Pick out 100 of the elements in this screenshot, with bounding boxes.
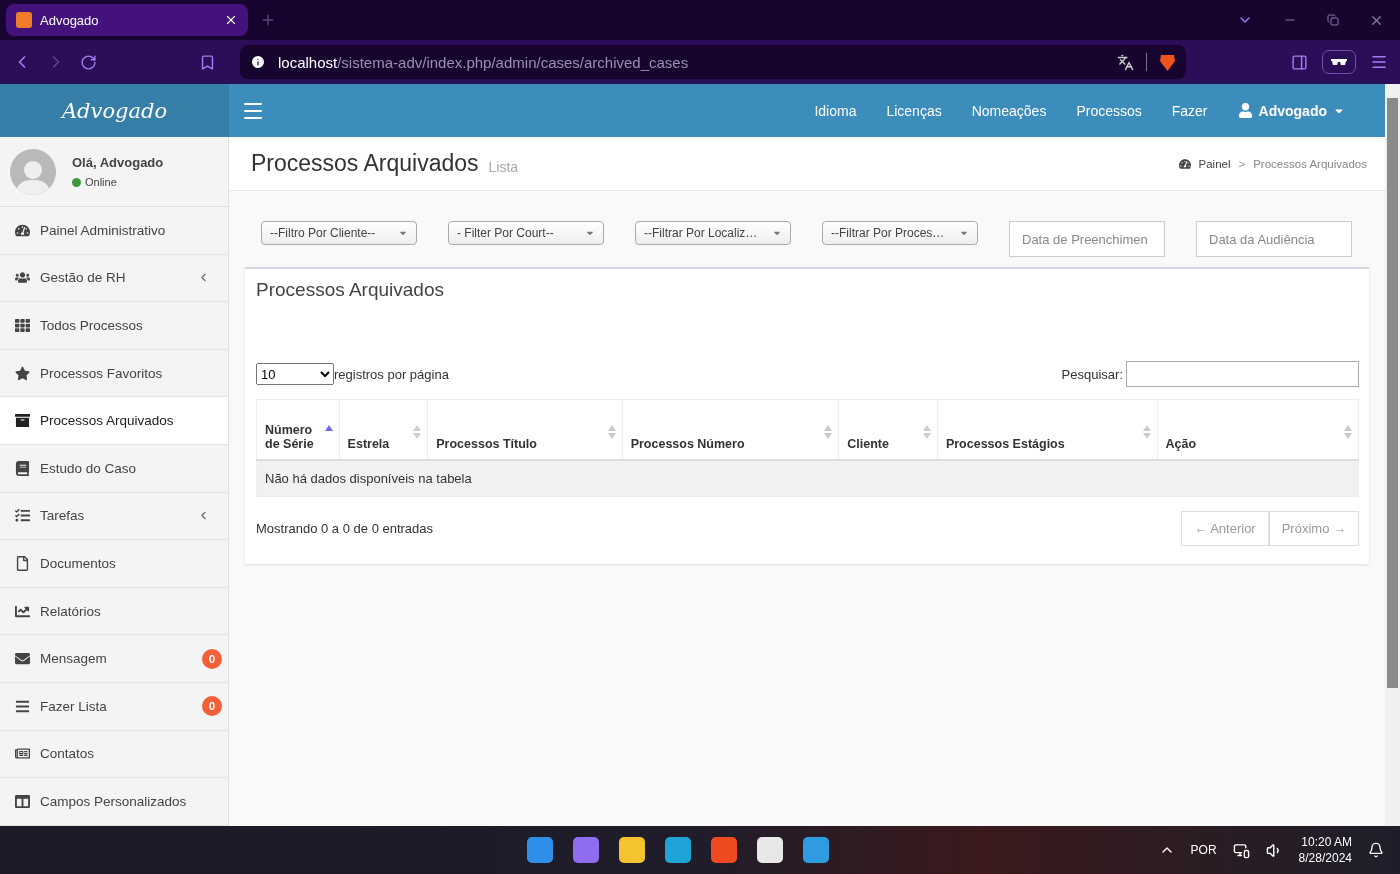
sidebar-item-icon <box>15 222 30 238</box>
date-field[interactable]: Data de Preenchimen <box>1009 221 1165 257</box>
language-indicator[interactable]: POR <box>1190 843 1217 857</box>
sidebar-item-label: Gestão de RH <box>40 270 127 286</box>
sort-icon <box>824 424 833 439</box>
sidebar-item-icon <box>15 651 30 667</box>
sidebar-item-label: Campos Personalizados <box>40 793 188 809</box>
date-field[interactable]: Data da Audiência <box>1196 221 1352 257</box>
nav-link[interactable]: Processos <box>1061 102 1157 119</box>
column-header[interactable]: Estrela <box>339 399 428 460</box>
column-header[interactable]: Ação <box>1157 399 1359 460</box>
sidebar-item-label: Relatórios <box>40 603 102 619</box>
menu-icon[interactable] <box>1370 53 1388 71</box>
sort-ascending-icon <box>324 424 333 431</box>
breadcrumb-separator: > <box>1238 157 1246 170</box>
sidebar-item-icon <box>15 365 30 381</box>
tab-favicon-icon <box>16 12 32 28</box>
sort-icon <box>1142 424 1151 439</box>
sidebar-item-label: Contatos <box>40 746 96 762</box>
page-length-label: registros por página <box>334 366 449 382</box>
sidebar-item-label: Processos Favoritos <box>40 365 164 381</box>
sidebar-item-label: Estudo do Caso <box>40 460 138 476</box>
filter-dropdown[interactable]: --Filtro Por Cliente-- <box>261 221 417 245</box>
sidebar-item[interactable]: Painel Administrativo <box>0 207 228 255</box>
user-greeting: Olá, Advogado <box>72 155 164 170</box>
translate-icon[interactable] <box>1117 53 1134 71</box>
sidebar-item-icon <box>15 698 30 714</box>
nav-link[interactable]: Nomeações <box>956 102 1062 119</box>
user-icon <box>1237 103 1253 118</box>
page-title: Processos Arquivados <box>251 150 479 177</box>
sidebar-item[interactable]: Estudo do Caso <box>0 444 228 493</box>
sort-icon <box>413 424 422 439</box>
sidebar-item[interactable]: Gestão de RH <box>0 254 228 303</box>
sort-icon <box>607 424 616 439</box>
column-header[interactable]: Número de Série <box>256 399 340 460</box>
count-badge: 0 <box>202 648 222 669</box>
sort-icon <box>922 424 931 439</box>
nav-link[interactable]: Idioma <box>799 102 872 119</box>
sidebar-item-icon <box>15 746 30 762</box>
sidebar-item-icon <box>15 413 30 429</box>
clock[interactable]: 10:20 AM 8/28/2024 <box>1298 834 1352 866</box>
count-badge: 0 <box>202 696 222 717</box>
sidebar-item[interactable]: Contatos <box>0 730 228 779</box>
url-text: localhost/sistema-adv/index.php/admin/cases/archived_cases <box>278 53 690 71</box>
filter-dropdown[interactable]: - Filter Por Court-- <box>448 221 604 245</box>
scrollbar-thumb[interactable] <box>1387 98 1398 688</box>
sidebar-item[interactable]: Relatórios <box>0 587 228 636</box>
dashboard-icon <box>1178 157 1191 170</box>
sidebar-item-icon <box>15 555 30 571</box>
sort-icon <box>1344 424 1352 439</box>
sidebar-toggle-icon[interactable] <box>1291 53 1308 71</box>
sidebar-item[interactable]: Fazer Lista 0 <box>0 682 228 731</box>
nav-link[interactable]: Licenças <box>871 102 957 119</box>
restore-icon[interactable] <box>1327 14 1339 26</box>
sidebar-item[interactable]: Documentos <box>0 540 228 588</box>
sidebar-item-icon <box>15 603 30 619</box>
page-length-select[interactable]: 10 <box>256 363 334 385</box>
sidebar-item-label: Tarefas <box>40 508 86 524</box>
tab-title: Advogado <box>40 12 100 28</box>
sidebar-item[interactable]: Tarefas <box>0 492 228 541</box>
private-window-button[interactable] <box>1322 50 1356 74</box>
sidebar-item-label: Mensagem <box>40 651 108 667</box>
close-icon[interactable] <box>224 13 238 27</box>
sidebar-item[interactable]: Processos Arquivados <box>0 397 228 445</box>
date-text: 8/28/2024 <box>1298 850 1352 866</box>
column-header[interactable]: Cliente <box>838 399 938 460</box>
column-header[interactable]: Processos Título <box>427 399 623 460</box>
notification-icon[interactable] <box>1368 842 1384 858</box>
sidebar-item-label: Todos Processos <box>40 318 144 333</box>
search-field[interactable] <box>1126 361 1359 387</box>
scrollbar[interactable] <box>1385 84 1400 826</box>
user-menu[interactable]: Advogado <box>1222 102 1371 119</box>
status-dot <box>72 177 81 187</box>
sidebar-item-icon <box>15 460 30 476</box>
column-header[interactable]: Processos Número <box>622 399 839 460</box>
sidebar-item[interactable]: Mensagem 0 <box>0 635 228 683</box>
bookmark-icon[interactable] <box>199 53 216 71</box>
reload-icon[interactable] <box>80 53 97 71</box>
empty-table-message: Não há dados disponíveis na tabela <box>256 459 1359 496</box>
table-info: Mostrando 0 a 0 de 0 entradas <box>256 520 434 536</box>
time-text: 10:20 AM <box>1300 834 1352 850</box>
browser-tab[interactable]: Advogado <box>6 4 248 36</box>
sidebar-item[interactable]: Todos Processos <box>0 302 228 350</box>
app-logo[interactable]: Advogado <box>0 84 229 137</box>
sidebar-item-icon <box>15 318 30 333</box>
sidebar-item[interactable]: Campos Personalizados <box>0 778 228 826</box>
card-title: Processos Arquivados <box>256 279 445 301</box>
info-icon[interactable] <box>250 54 266 70</box>
breadcrumb-link[interactable]: Painel <box>1198 157 1231 170</box>
sidebar-item-icon <box>15 508 30 524</box>
sidebar-item-label: Processos Arquivados <box>40 413 175 429</box>
sidebar-item-label: Fazer Lista <box>40 698 108 714</box>
nav-link[interactable]: Fazer <box>1156 102 1223 119</box>
address-field[interactable]: localhost/sistema-adv/index.php/admin/cases/archived_cases <box>240 45 1186 79</box>
breadcrumb-link[interactable]: Processos Arquivados <box>1253 157 1367 170</box>
sidebar-item-label: Documentos <box>40 555 117 571</box>
network-icon[interactable] <box>1232 841 1250 859</box>
filter-dropdown[interactable]: --Filtrar Por Proces… <box>822 221 978 245</box>
column-header[interactable]: Processos Estágios <box>937 399 1157 460</box>
filter-dropdown[interactable]: --Filtrar Por Localiz… <box>635 221 791 245</box>
